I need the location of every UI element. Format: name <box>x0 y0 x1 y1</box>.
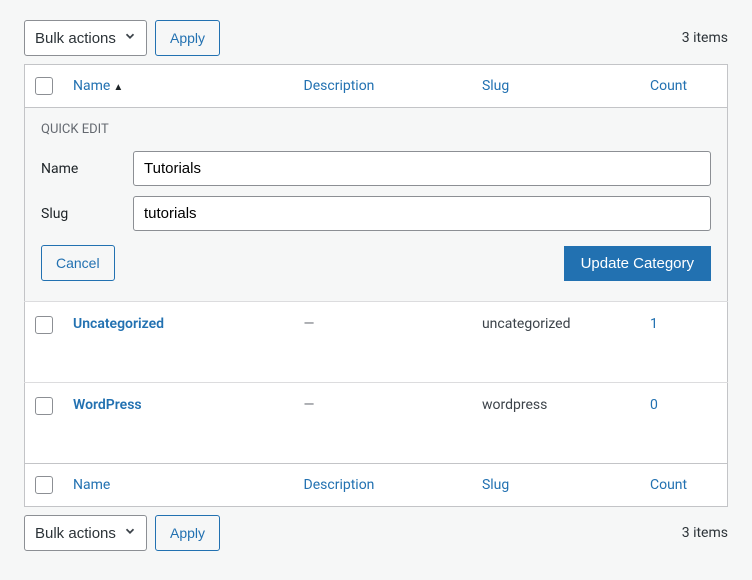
bulk-actions-select[interactable]: Bulk actions <box>24 20 147 56</box>
bulk-actions-group: Bulk actions Apply <box>24 20 220 56</box>
cancel-button[interactable]: Cancel <box>41 245 115 281</box>
column-header-name[interactable]: Name▲ <box>73 78 123 94</box>
categories-table: Name▲ Description Slug Count QUICK EDIT … <box>24 64 728 507</box>
quick-edit-row: QUICK EDIT Name Slug Cancel Update Categ… <box>25 108 728 302</box>
table-row: Uncategorized — uncategorized 1 <box>25 302 728 383</box>
column-header-description[interactable]: Description <box>304 78 375 94</box>
name-label: Name <box>41 161 133 177</box>
category-name-link[interactable]: Uncategorized <box>73 316 164 332</box>
column-footer-slug[interactable]: Slug <box>482 477 509 493</box>
description-cell: — <box>304 397 315 413</box>
slug-cell: uncategorized <box>482 316 571 332</box>
tablenav-top: Bulk actions Apply 3 items <box>24 20 728 56</box>
apply-button-bottom[interactable]: Apply <box>155 515 220 551</box>
table-row: WordPress — wordpress 0 <box>25 383 728 464</box>
slug-cell: wordpress <box>482 397 547 413</box>
select-all-checkbox-footer[interactable] <box>35 476 53 494</box>
bulk-actions-select-bottom[interactable]: Bulk actions <box>24 515 147 551</box>
slug-input[interactable] <box>133 196 711 231</box>
count-link[interactable]: 0 <box>650 397 658 413</box>
column-footer-count[interactable]: Count <box>650 477 687 493</box>
name-input[interactable] <box>133 151 711 186</box>
column-header-slug[interactable]: Slug <box>482 78 509 94</box>
quick-edit-legend: QUICK EDIT <box>41 122 711 137</box>
select-all-checkbox[interactable] <box>35 77 53 95</box>
sort-asc-icon: ▲ <box>113 82 123 93</box>
column-footer-description[interactable]: Description <box>304 477 375 493</box>
column-footer-name[interactable]: Name <box>73 477 110 493</box>
description-cell: — <box>304 316 315 332</box>
update-category-button[interactable]: Update Category <box>564 246 711 281</box>
bulk-actions-group-bottom: Bulk actions Apply <box>24 515 220 551</box>
row-checkbox[interactable] <box>35 316 53 334</box>
items-count: 3 items <box>682 30 728 46</box>
tablenav-bottom: Bulk actions Apply 3 items <box>24 515 728 551</box>
count-link[interactable]: 1 <box>650 316 658 332</box>
row-checkbox[interactable] <box>35 397 53 415</box>
apply-button[interactable]: Apply <box>155 20 220 56</box>
slug-label: Slug <box>41 206 133 222</box>
items-count-bottom: 3 items <box>682 525 728 541</box>
column-header-count[interactable]: Count <box>650 78 687 94</box>
category-name-link[interactable]: WordPress <box>73 397 142 413</box>
